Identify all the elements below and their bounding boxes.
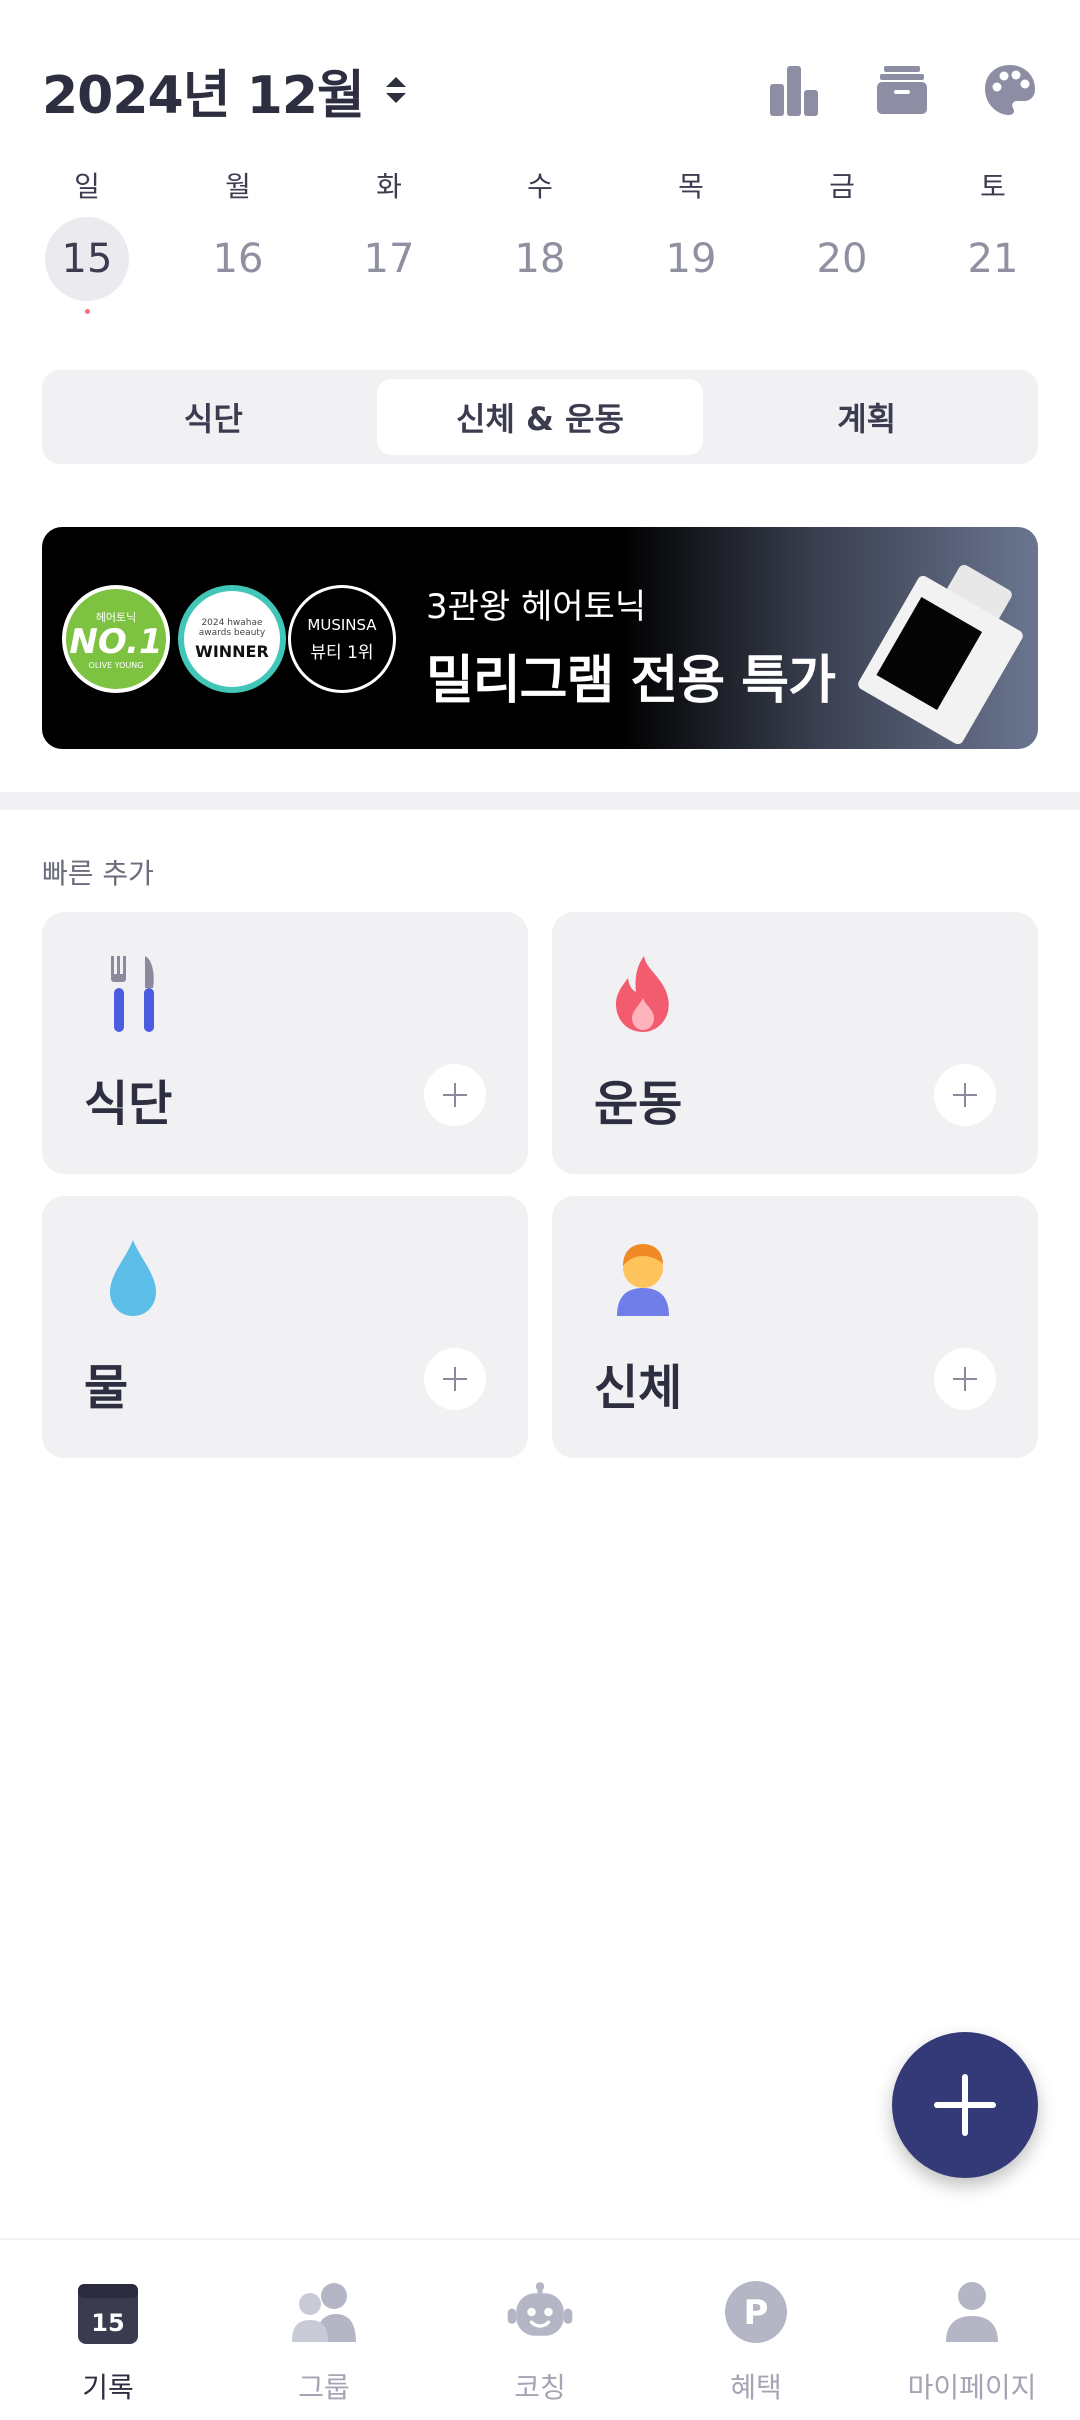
product-image [856,548,1038,747]
quick-add-body-card[interactable]: 신체 [552,1196,1038,1458]
bottom-nav: 15 기록 그룹 코칭 P 혜택 마이페이지 [0,2238,1080,2420]
card-label: 운동 [594,1076,683,1132]
day-name: 목 [678,170,704,203]
card-label: 식단 [84,1076,173,1132]
day-name: 토 [980,170,1006,203]
day-name: 수 [527,170,553,203]
add-water-button[interactable] [424,1348,486,1410]
day-sun[interactable]: 일 15 [42,165,132,314]
card-label: 물 [84,1360,129,1416]
week-strip: 일 15 월 16 화 17 수 18 목 19 금 20 토 21 [42,165,1038,314]
fire-icon [608,954,678,1034]
group-icon [290,2278,358,2346]
badge-caption: 뷰티 1위 [310,642,374,663]
badge-caption: OLIVE YOUNG [88,660,144,670]
record-dot-empty [840,309,845,314]
nav-benefits[interactable]: P 혜택 [648,2240,864,2420]
day-date[interactable]: 17 [347,217,431,301]
nav-mypage[interactable]: 마이페이지 [864,2240,1080,2420]
header-actions [766,62,1038,118]
day-date[interactable]: 15 [45,217,129,301]
robot-icon [506,2278,574,2346]
day-sat[interactable]: 토 21 [948,165,1038,314]
section-divider [0,792,1080,810]
archive-icon[interactable] [874,62,930,118]
tab-diet[interactable]: 식단 [50,379,377,455]
day-date[interactable]: 18 [498,217,582,301]
nav-label: 기록 [82,2371,134,2404]
day-name: 월 [225,170,251,203]
badge-musinsa: MUSINSA 뷰티 1위 [288,585,396,693]
record-dot [84,309,90,314]
add-record-fab[interactable] [892,2032,1038,2178]
calendar-icon: 15 [74,2278,142,2346]
nav-record[interactable]: 15 기록 [0,2240,216,2420]
banner-title: 밀리그램 전용 특가 [426,651,836,711]
day-name: 금 [829,170,855,203]
day-tue[interactable]: 화 17 [344,165,434,314]
day-name: 화 [376,170,402,203]
fork-knife-icon [98,954,168,1034]
month-picker[interactable]: 2024년 12월 [42,53,406,128]
badge-hwahae: 2024 hwahae awards beauty WINNER [178,585,286,693]
profile-icon [938,2278,1006,2346]
segment-tabs: 식단 신체 & 운동 계획 [42,370,1038,464]
sort-updown-icon[interactable] [385,77,406,103]
tab-plan[interactable]: 계획 [703,379,1030,455]
palette-icon[interactable] [982,62,1038,118]
record-dot-empty [236,309,241,314]
record-dot-empty [991,309,996,314]
nav-label: 혜택 [730,2371,782,2404]
plus-icon [934,2074,996,2136]
add-exercise-button[interactable] [934,1064,996,1126]
quick-add-diet-card[interactable]: 식단 [42,912,528,1174]
card-label: 신체 [594,1360,683,1416]
add-diet-button[interactable] [424,1064,486,1126]
nav-label: 마이페이지 [907,2371,1037,2404]
nav-group[interactable]: 그룹 [216,2240,432,2420]
day-wed[interactable]: 수 18 [495,165,585,314]
badge-title: WINNER [195,641,269,661]
points-letter: P [744,2293,769,2333]
header: 2024년 12월 [42,50,1038,130]
banner-subtitle: 3관왕 헤어토닉 [426,587,647,627]
record-dot-empty [387,309,392,314]
badge-title: NO.1 [69,621,163,662]
badge-caption: 2024 hwahae awards beauty [198,617,266,638]
day-date[interactable]: 20 [800,217,884,301]
day-fri[interactable]: 금 20 [797,165,887,314]
nav-label: 코칭 [514,2371,566,2404]
day-date[interactable]: 21 [951,217,1035,301]
person-icon [608,1238,678,1318]
tab-body-exercise[interactable]: 신체 & 운동 [376,379,704,455]
day-name: 일 [74,170,100,203]
banner-text: 3관왕 헤어토닉 밀리그램 전용 특가 [426,579,836,713]
quick-add-exercise-card[interactable]: 운동 [552,912,1038,1174]
quick-add-water-card[interactable]: 물 [42,1196,528,1458]
points-icon: P [722,2278,790,2346]
add-body-button[interactable] [934,1348,996,1410]
calendar-date-text: 15 [91,2309,124,2337]
day-date[interactable]: 16 [196,217,280,301]
badge-oliveyoung: 헤어토닉 NO.1 OLIVE YOUNG [62,585,170,693]
promo-banner[interactable]: 헤어토닉 NO.1 OLIVE YOUNG 2024 hwahae awards… [42,527,1038,749]
nav-coaching[interactable]: 코칭 [432,2240,648,2420]
month-title[interactable]: 2024년 12월 [42,53,365,128]
water-drop-icon [98,1238,168,1318]
day-thu[interactable]: 목 19 [646,165,736,314]
record-dot-empty [689,309,694,314]
day-date[interactable]: 19 [649,217,733,301]
record-dot-empty [538,309,543,314]
nav-label: 그룹 [298,2371,350,2404]
day-mon[interactable]: 월 16 [193,165,283,314]
badge-title: MUSINSA [307,615,377,634]
quick-add-title: 빠른 추가 [42,857,154,890]
bar-chart-icon[interactable] [766,62,822,118]
